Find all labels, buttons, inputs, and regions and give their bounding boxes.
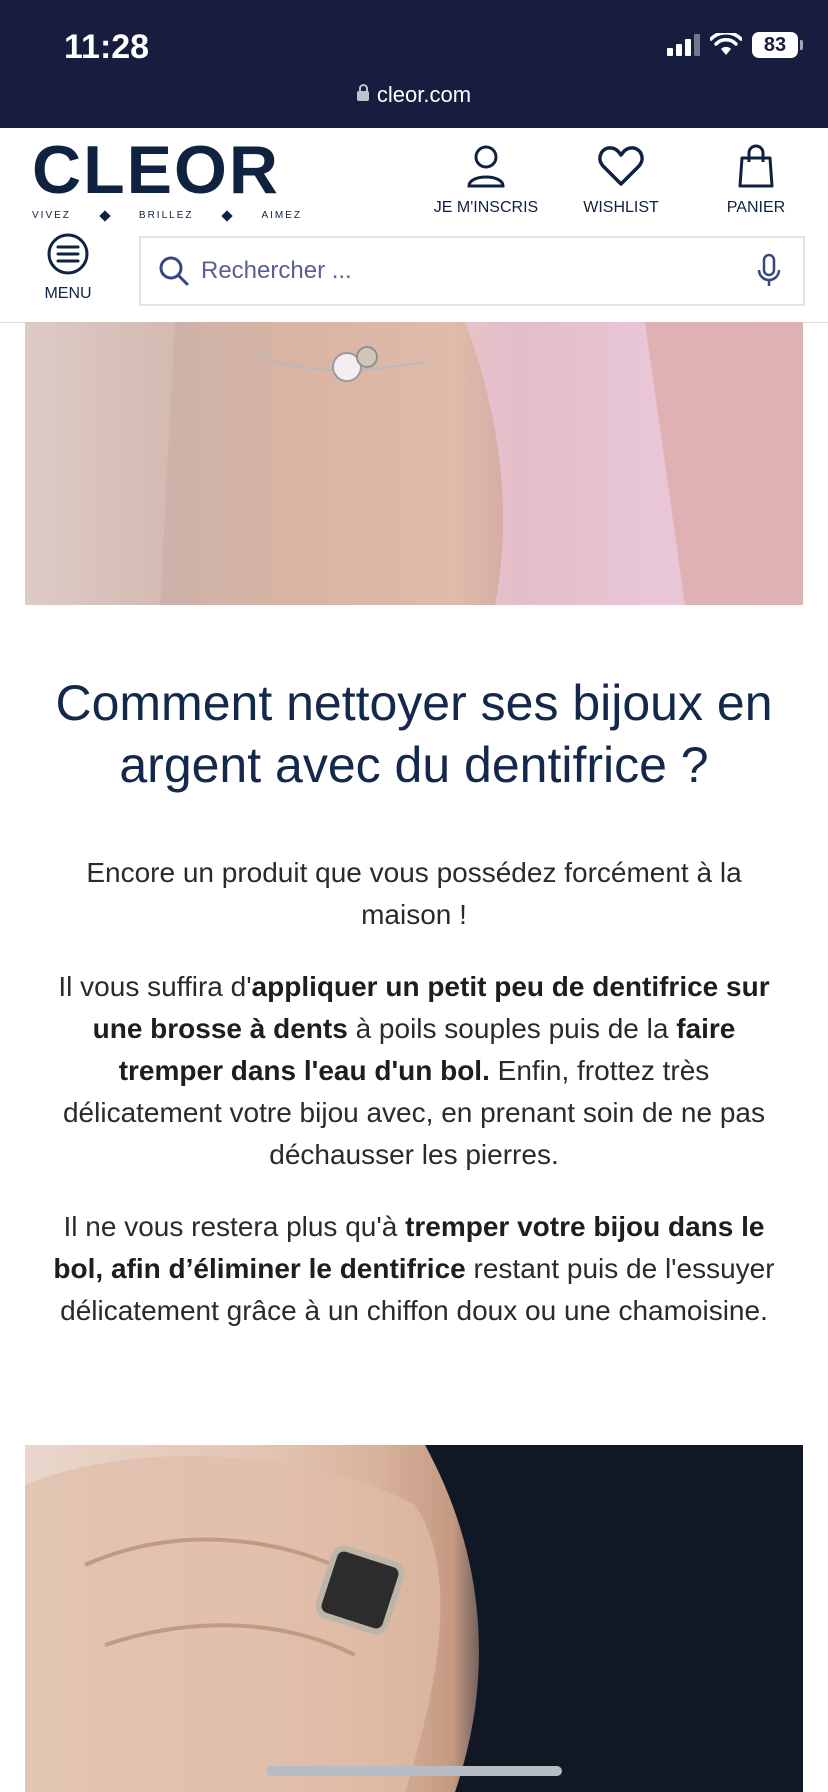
search-icon[interactable] [157, 254, 191, 288]
ring-photo [25, 1445, 803, 1792]
text-run: Il ne vous restera plus qu'à [63, 1211, 406, 1242]
site-header: CLEOR VIVEZ BRILLEZ AIMEZ JE M'INSCRIS W… [0, 128, 828, 323]
text-run: Il vous suffira d' [58, 971, 252, 1002]
logo-tagline: VIVEZ BRILLEZ AIMEZ [32, 209, 303, 222]
heart-icon [598, 146, 644, 186]
home-indicator[interactable] [266, 1766, 562, 1776]
text-run: à poils souples puis de la [347, 1013, 677, 1044]
cart-label: PANIER [726, 199, 786, 216]
article-title: Comment nettoyer ses bijoux en argent av… [55, 675, 773, 793]
tagline-word: BRILLEZ [138, 210, 194, 221]
status-bar: 11:28 83 cleor.com [0, 0, 828, 128]
menu-button[interactable]: MENU [30, 232, 106, 303]
bag-icon [738, 144, 774, 188]
signup-button[interactable]: JE M'INSCRIS [416, 144, 556, 217]
signup-label: JE M'INSCRIS [433, 199, 539, 216]
article-paragraph-3: Il ne vous restera plus qu'à tremper vot… [50, 1206, 778, 1332]
bracelet-photo [25, 322, 803, 605]
url-text: cleor.com [376, 82, 472, 107]
bracelet-illustration [25, 322, 803, 605]
tagline-word: VIVEZ [32, 210, 71, 221]
diamond-icon [99, 209, 111, 222]
microphone-icon[interactable] [755, 253, 783, 289]
menu-label: MENU [44, 285, 92, 302]
wifi-icon [710, 33, 742, 55]
search-bar [139, 236, 805, 306]
menu-icon [47, 233, 89, 275]
cart-button[interactable]: PANIER [686, 144, 826, 217]
diamond-icon [221, 209, 234, 222]
logo-text: CLEOR [32, 132, 280, 208]
signal-icon [667, 34, 700, 56]
lock-icon [356, 84, 369, 101]
tagline-word: AIMEZ [261, 210, 303, 221]
article-paragraph-2: Il vous suffira d'appliquer un petit peu… [50, 966, 778, 1176]
cleor-logo[interactable]: CLEOR VIVEZ BRILLEZ AIMEZ [32, 132, 303, 222]
battery-icon: 83 [752, 32, 803, 58]
status-time: 11:28 [64, 28, 150, 66]
system-icons: 83 [667, 32, 803, 58]
user-icon [467, 145, 505, 188]
wishlist-label: WISHLIST [583, 199, 659, 216]
wishlist-button[interactable]: WISHLIST [551, 144, 691, 217]
article-paragraph-1: Encore un produit que vous possédez forc… [86, 857, 742, 930]
search-input[interactable] [191, 257, 755, 285]
ring-illustration [25, 1445, 803, 1792]
url-bar[interactable]: cleor.com [0, 82, 828, 108]
